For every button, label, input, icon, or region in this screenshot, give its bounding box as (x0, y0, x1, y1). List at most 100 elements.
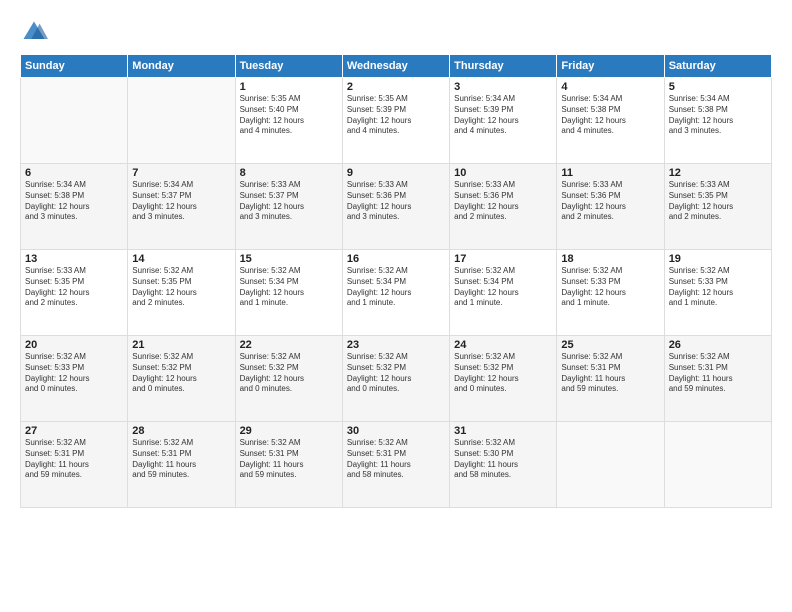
calendar-cell: 12Sunrise: 5:33 AM Sunset: 5:35 PM Dayli… (664, 164, 771, 250)
day-number: 26 (669, 339, 767, 351)
calendar-cell: 16Sunrise: 5:32 AM Sunset: 5:34 PM Dayli… (342, 250, 449, 336)
calendar-cell: 28Sunrise: 5:32 AM Sunset: 5:31 PM Dayli… (128, 422, 235, 508)
day-number: 23 (347, 339, 445, 351)
day-number: 6 (25, 167, 123, 179)
cell-info: Sunrise: 5:32 AM Sunset: 5:32 PM Dayligh… (132, 352, 230, 395)
weekday-header-friday: Friday (557, 55, 664, 78)
day-number: 15 (240, 253, 338, 265)
day-number: 22 (240, 339, 338, 351)
cell-info: Sunrise: 5:32 AM Sunset: 5:33 PM Dayligh… (669, 266, 767, 309)
logo (20, 18, 52, 46)
day-number: 29 (240, 425, 338, 437)
day-number: 11 (561, 167, 659, 179)
calendar-cell (664, 422, 771, 508)
week-row-3: 13Sunrise: 5:33 AM Sunset: 5:35 PM Dayli… (21, 250, 772, 336)
calendar-cell: 11Sunrise: 5:33 AM Sunset: 5:36 PM Dayli… (557, 164, 664, 250)
cell-info: Sunrise: 5:32 AM Sunset: 5:31 PM Dayligh… (669, 352, 767, 395)
calendar-cell: 30Sunrise: 5:32 AM Sunset: 5:31 PM Dayli… (342, 422, 449, 508)
day-number: 31 (454, 425, 552, 437)
calendar-cell: 2Sunrise: 5:35 AM Sunset: 5:39 PM Daylig… (342, 78, 449, 164)
day-number: 10 (454, 167, 552, 179)
cell-info: Sunrise: 5:32 AM Sunset: 5:31 PM Dayligh… (25, 438, 123, 481)
cell-info: Sunrise: 5:32 AM Sunset: 5:31 PM Dayligh… (240, 438, 338, 481)
calendar-cell: 3Sunrise: 5:34 AM Sunset: 5:39 PM Daylig… (450, 78, 557, 164)
week-row-1: 1Sunrise: 5:35 AM Sunset: 5:40 PM Daylig… (21, 78, 772, 164)
day-number: 28 (132, 425, 230, 437)
calendar-cell: 24Sunrise: 5:32 AM Sunset: 5:32 PM Dayli… (450, 336, 557, 422)
calendar-cell: 7Sunrise: 5:34 AM Sunset: 5:37 PM Daylig… (128, 164, 235, 250)
day-number: 2 (347, 81, 445, 93)
cell-info: Sunrise: 5:34 AM Sunset: 5:38 PM Dayligh… (25, 180, 123, 223)
week-row-4: 20Sunrise: 5:32 AM Sunset: 5:33 PM Dayli… (21, 336, 772, 422)
weekday-header-sunday: Sunday (21, 55, 128, 78)
calendar-cell (128, 78, 235, 164)
day-number: 18 (561, 253, 659, 265)
calendar-cell: 29Sunrise: 5:32 AM Sunset: 5:31 PM Dayli… (235, 422, 342, 508)
cell-info: Sunrise: 5:34 AM Sunset: 5:38 PM Dayligh… (669, 94, 767, 137)
calendar-cell: 27Sunrise: 5:32 AM Sunset: 5:31 PM Dayli… (21, 422, 128, 508)
cell-info: Sunrise: 5:33 AM Sunset: 5:35 PM Dayligh… (669, 180, 767, 223)
calendar-cell: 25Sunrise: 5:32 AM Sunset: 5:31 PM Dayli… (557, 336, 664, 422)
cell-info: Sunrise: 5:32 AM Sunset: 5:31 PM Dayligh… (347, 438, 445, 481)
calendar-cell: 1Sunrise: 5:35 AM Sunset: 5:40 PM Daylig… (235, 78, 342, 164)
calendar-cell: 6Sunrise: 5:34 AM Sunset: 5:38 PM Daylig… (21, 164, 128, 250)
cell-info: Sunrise: 5:33 AM Sunset: 5:36 PM Dayligh… (454, 180, 552, 223)
calendar-cell: 14Sunrise: 5:32 AM Sunset: 5:35 PM Dayli… (128, 250, 235, 336)
day-number: 3 (454, 81, 552, 93)
cell-info: Sunrise: 5:32 AM Sunset: 5:32 PM Dayligh… (454, 352, 552, 395)
weekday-header-wednesday: Wednesday (342, 55, 449, 78)
day-number: 8 (240, 167, 338, 179)
cell-info: Sunrise: 5:32 AM Sunset: 5:34 PM Dayligh… (347, 266, 445, 309)
day-number: 20 (25, 339, 123, 351)
cell-info: Sunrise: 5:34 AM Sunset: 5:39 PM Dayligh… (454, 94, 552, 137)
cell-info: Sunrise: 5:32 AM Sunset: 5:33 PM Dayligh… (25, 352, 123, 395)
day-number: 13 (25, 253, 123, 265)
calendar-cell: 26Sunrise: 5:32 AM Sunset: 5:31 PM Dayli… (664, 336, 771, 422)
cell-info: Sunrise: 5:33 AM Sunset: 5:36 PM Dayligh… (561, 180, 659, 223)
calendar-cell: 9Sunrise: 5:33 AM Sunset: 5:36 PM Daylig… (342, 164, 449, 250)
cell-info: Sunrise: 5:32 AM Sunset: 5:31 PM Dayligh… (132, 438, 230, 481)
calendar-cell: 17Sunrise: 5:32 AM Sunset: 5:34 PM Dayli… (450, 250, 557, 336)
cell-info: Sunrise: 5:32 AM Sunset: 5:31 PM Dayligh… (561, 352, 659, 395)
calendar-table: SundayMondayTuesdayWednesdayThursdayFrid… (20, 54, 772, 508)
calendar-cell: 13Sunrise: 5:33 AM Sunset: 5:35 PM Dayli… (21, 250, 128, 336)
day-number: 7 (132, 167, 230, 179)
calendar-cell (557, 422, 664, 508)
day-number: 19 (669, 253, 767, 265)
calendar-cell: 4Sunrise: 5:34 AM Sunset: 5:38 PM Daylig… (557, 78, 664, 164)
day-number: 9 (347, 167, 445, 179)
week-row-2: 6Sunrise: 5:34 AM Sunset: 5:38 PM Daylig… (21, 164, 772, 250)
day-number: 14 (132, 253, 230, 265)
day-number: 24 (454, 339, 552, 351)
cell-info: Sunrise: 5:32 AM Sunset: 5:30 PM Dayligh… (454, 438, 552, 481)
calendar-cell: 10Sunrise: 5:33 AM Sunset: 5:36 PM Dayli… (450, 164, 557, 250)
page: SundayMondayTuesdayWednesdayThursdayFrid… (0, 0, 792, 612)
day-number: 16 (347, 253, 445, 265)
weekday-header-row: SundayMondayTuesdayWednesdayThursdayFrid… (21, 55, 772, 78)
weekday-header-monday: Monday (128, 55, 235, 78)
cell-info: Sunrise: 5:32 AM Sunset: 5:32 PM Dayligh… (347, 352, 445, 395)
weekday-header-saturday: Saturday (664, 55, 771, 78)
calendar-cell: 5Sunrise: 5:34 AM Sunset: 5:38 PM Daylig… (664, 78, 771, 164)
calendar-cell (21, 78, 128, 164)
day-number: 5 (669, 81, 767, 93)
cell-info: Sunrise: 5:33 AM Sunset: 5:35 PM Dayligh… (25, 266, 123, 309)
cell-info: Sunrise: 5:34 AM Sunset: 5:37 PM Dayligh… (132, 180, 230, 223)
day-number: 12 (669, 167, 767, 179)
day-number: 30 (347, 425, 445, 437)
calendar-cell: 21Sunrise: 5:32 AM Sunset: 5:32 PM Dayli… (128, 336, 235, 422)
calendar-cell: 8Sunrise: 5:33 AM Sunset: 5:37 PM Daylig… (235, 164, 342, 250)
cell-info: Sunrise: 5:35 AM Sunset: 5:39 PM Dayligh… (347, 94, 445, 137)
calendar-cell: 15Sunrise: 5:32 AM Sunset: 5:34 PM Dayli… (235, 250, 342, 336)
cell-info: Sunrise: 5:32 AM Sunset: 5:35 PM Dayligh… (132, 266, 230, 309)
day-number: 1 (240, 81, 338, 93)
cell-info: Sunrise: 5:32 AM Sunset: 5:32 PM Dayligh… (240, 352, 338, 395)
cell-info: Sunrise: 5:34 AM Sunset: 5:38 PM Dayligh… (561, 94, 659, 137)
cell-info: Sunrise: 5:33 AM Sunset: 5:36 PM Dayligh… (347, 180, 445, 223)
week-row-5: 27Sunrise: 5:32 AM Sunset: 5:31 PM Dayli… (21, 422, 772, 508)
calendar-cell: 23Sunrise: 5:32 AM Sunset: 5:32 PM Dayli… (342, 336, 449, 422)
day-number: 4 (561, 81, 659, 93)
calendar-cell: 20Sunrise: 5:32 AM Sunset: 5:33 PM Dayli… (21, 336, 128, 422)
cell-info: Sunrise: 5:32 AM Sunset: 5:33 PM Dayligh… (561, 266, 659, 309)
day-number: 27 (25, 425, 123, 437)
